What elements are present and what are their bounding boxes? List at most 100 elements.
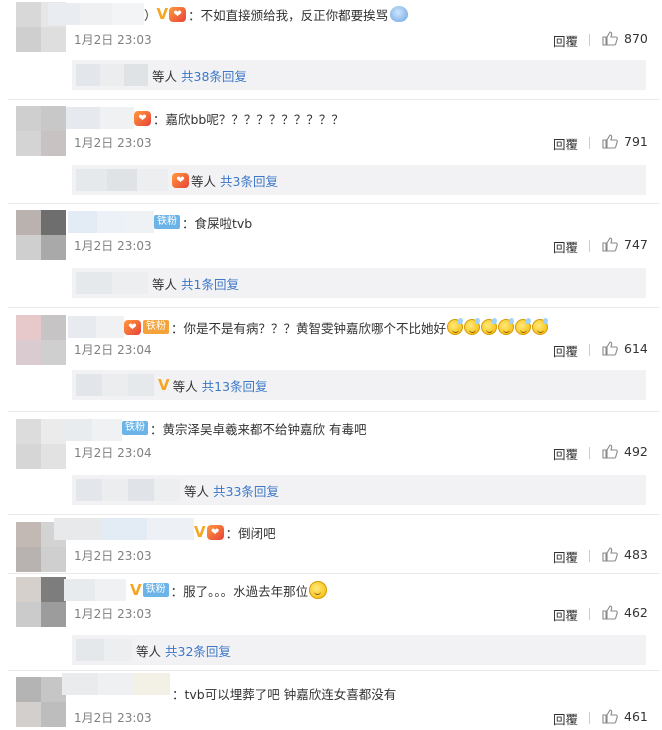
thumb-up-icon (602, 237, 618, 252)
reply-button[interactable]: 回覆 (553, 31, 578, 50)
separator (8, 203, 660, 204)
comment-text: ：服了。。。水過去年那位 (170, 583, 309, 599)
sub-reply-users (76, 374, 154, 396)
comment-date: 1月2日 23:03 (74, 710, 152, 725)
sub-replies-bar[interactable]: 等人 共32条回复 (72, 635, 646, 665)
comment-text: ：黄宗泽吴卓羲来都不给钟嘉欣 有毒吧 (150, 421, 367, 437)
comment-item: ❤ ：嘉欣bb呢？？？？？？？？？？ 1月2日 23:03 回覆 791 ❤ 等… (0, 104, 662, 204)
fan-badge-icon: 铁粉 (143, 320, 169, 334)
separator (8, 307, 660, 308)
like-count: 870 (624, 31, 648, 46)
sub-reply-count-link[interactable]: 共13条回复 (202, 376, 268, 395)
sub-replies-bar[interactable]: 等人 共1条回复 (72, 268, 646, 298)
reply-button[interactable]: 回覆 (553, 341, 578, 360)
reply-button[interactable]: 回覆 (553, 709, 578, 728)
comment-item: ❤ 铁粉 ：你是不是有病？？？黄智雯钟嘉欣哪个不比她好 1月2日 23:04 回… (0, 313, 662, 413)
sub-reply-count-link[interactable]: 共33条回复 (213, 481, 279, 500)
like-button[interactable]: 483 (602, 547, 648, 562)
divider (589, 608, 590, 620)
like-count: 747 (624, 237, 648, 252)
thumb-up-icon (602, 31, 618, 46)
avatar[interactable] (16, 106, 66, 156)
avatar[interactable] (16, 210, 66, 260)
heart-level-icon: ❤ (169, 6, 187, 22)
vip-v-icon: V (130, 580, 142, 599)
comment-text: ：倒闭吧 (225, 525, 276, 541)
emoji-icon (464, 318, 481, 335)
sub-reply-users (76, 639, 132, 661)
emoji-icon (498, 318, 515, 335)
like-count: 492 (624, 444, 648, 459)
like-button[interactable]: 791 (602, 134, 648, 149)
like-button[interactable]: 747 (602, 237, 648, 252)
sub-reply-count-link[interactable]: 共32条回复 (165, 641, 231, 660)
sub-replies-bar[interactable]: 等人 共33条回复 (72, 475, 646, 505)
thumb-up-icon (602, 709, 618, 724)
username[interactable] (48, 3, 144, 25)
username[interactable] (64, 579, 126, 601)
comment-text: ：tvb可以埋葬了吧 钟嘉欣连女喜都没有 (172, 686, 397, 702)
heart-level-icon: ❤ (172, 172, 189, 188)
reply-button[interactable]: 回覆 (553, 547, 578, 566)
comment-date: 1月2日 23:03 (74, 548, 152, 563)
username[interactable] (54, 518, 195, 540)
username[interactable] (68, 316, 124, 338)
separator (8, 514, 660, 515)
sub-reply-who: 等人 (152, 68, 178, 84)
username[interactable] (68, 211, 155, 233)
comment-date: 1月2日 23:03 (74, 32, 152, 47)
username[interactable] (62, 419, 122, 441)
like-button[interactable]: 870 (602, 31, 648, 46)
like-button[interactable]: 614 (602, 341, 648, 356)
emoji-icon (447, 318, 464, 335)
comment-text: ：你是不是有病？？？黄智雯钟嘉欣哪个不比她好 (171, 320, 447, 336)
avatar[interactable] (16, 419, 66, 469)
sub-reply-who: 等人 (152, 276, 178, 292)
avatar[interactable] (16, 677, 66, 727)
thumb-up-icon (602, 341, 618, 356)
fan-badge-icon: 铁粉 (154, 215, 180, 229)
sub-replies-bar[interactable]: V 等人 共13条回复 (72, 370, 646, 400)
comment-text: ：不如直接颁给我，反正你都要挨骂 (188, 7, 389, 23)
comment-item: ） V ❤ ：不如直接颁给我，反正你都要挨骂 1月2日 23:03 回覆 870… (0, 0, 662, 100)
comment-item: 铁粉 ：黄宗泽吴卓羲来都不给钟嘉欣 有毒吧 1月2日 23:04 回覆 492 … (0, 417, 662, 517)
sub-reply-count-link[interactable]: 共3条回复 (220, 171, 278, 190)
username[interactable] (62, 673, 170, 695)
like-count: 461 (624, 709, 648, 724)
divider (589, 447, 590, 459)
fan-badge-icon: 铁粉 (142, 583, 169, 597)
sub-replies-bar[interactable]: 等人 共38条回复 (72, 60, 646, 90)
comment-item: V ❤ ：倒闭吧 1月2日 23:03 回覆 483 (0, 518, 662, 572)
like-button[interactable]: 462 (602, 605, 648, 620)
comment-item: 铁粉 ：食屎啦tvb 1月2日 23:03 回覆 747 等人 共1条回复 (0, 208, 662, 308)
like-button[interactable]: 461 (602, 709, 648, 724)
reply-button[interactable]: 回覆 (553, 605, 578, 624)
sub-reply-users (76, 64, 148, 86)
divider (589, 712, 590, 724)
separator (8, 573, 660, 574)
avatar[interactable] (16, 577, 66, 627)
thumb-up-icon (602, 547, 618, 562)
sub-reply-count-link[interactable]: 共1条回复 (181, 274, 239, 293)
emoji-icon (481, 318, 498, 335)
heart-level-icon: ❤ (134, 110, 151, 126)
like-button[interactable]: 492 (602, 444, 648, 459)
vip-v-icon: V (194, 522, 206, 541)
comment-text-lead: ） (144, 7, 157, 23)
sub-reply-who: 等人 (172, 378, 198, 394)
sub-reply-users (76, 479, 180, 501)
reply-button[interactable]: 回覆 (553, 134, 578, 153)
reply-button[interactable]: 回覆 (553, 237, 578, 256)
avatar[interactable] (16, 315, 66, 365)
like-count: 791 (624, 134, 648, 149)
comment-text: ：食屎啦tvb (182, 215, 253, 231)
comment-item: V 铁粉 ：服了。。。水過去年那位 1月2日 23:03 回覆 462 等人 共… (0, 577, 662, 667)
sub-reply-count-link[interactable]: 共38条回复 (181, 66, 247, 85)
comment-date: 1月2日 23:03 (74, 135, 152, 150)
sub-replies-bar[interactable]: ❤ 等人 共3条回复 (72, 165, 646, 195)
fan-badge-icon: 铁粉 (122, 421, 148, 435)
divider (589, 34, 590, 46)
divider (589, 550, 590, 562)
username[interactable] (66, 107, 134, 129)
reply-button[interactable]: 回覆 (553, 444, 578, 463)
